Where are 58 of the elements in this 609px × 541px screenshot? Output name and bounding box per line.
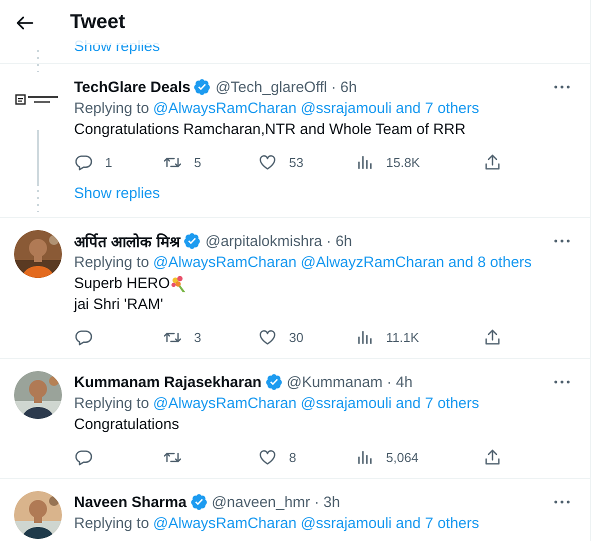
user-handle[interactable]: @naveen_hmr	[212, 494, 310, 510]
like-count: 8	[289, 450, 296, 464]
page-title: Tweet	[70, 11, 126, 34]
tweet-text: Congratulations	[74, 415, 180, 435]
mention-link[interactable]: and 7 others	[396, 393, 480, 414]
share-icon[interactable]	[483, 152, 502, 172]
user-name[interactable]: अर्पित आलोक मिश्र	[74, 231, 180, 251]
heart-icon[interactable]	[258, 152, 277, 172]
tweet-text: jai Shri 'RAM'	[74, 295, 164, 315]
mention-link[interactable]: @AlwaysRamCharan	[153, 98, 297, 119]
reply-icon[interactable]	[74, 328, 93, 346]
timestamp[interactable]: · 6h	[331, 78, 357, 96]
tweet-text: Congratulations Ramcharan,NTR and Whole Team of RRR	[74, 120, 466, 140]
tweet-text: Superb HERO	[74, 274, 170, 294]
share-icon[interactable]	[483, 328, 502, 346]
mention-link[interactable]: @AlwayzRamCharan	[300, 252, 444, 273]
reply-icon[interactable]	[74, 152, 93, 172]
reply-count: 1	[105, 154, 112, 170]
timestamp[interactable]: · 3h	[314, 494, 340, 510]
mention-link[interactable]: and 8 others	[448, 252, 532, 273]
replying-to-label: Replying to	[74, 514, 150, 534]
more-icon[interactable]	[554, 85, 570, 89]
replying-to-label: Replying to	[74, 253, 150, 273]
more-icon[interactable]	[554, 380, 570, 384]
bouquet-icon	[170, 274, 188, 292]
retweet-count: 3	[194, 330, 202, 344]
mention-link[interactable]: and 7 others	[396, 513, 480, 534]
user-handle[interactable]: @Tech_glareOffl	[215, 78, 328, 96]
user-name[interactable]: Naveen Sharma	[74, 494, 187, 510]
show-replies-link[interactable]: Show replies	[74, 183, 576, 205]
mention-link[interactable]: @AlwaysRamCharan	[153, 393, 297, 414]
view-count: 5,064	[386, 450, 419, 464]
more-icon[interactable]	[554, 239, 570, 243]
like-count: 53	[289, 154, 304, 170]
view-count: 15.8K	[386, 154, 420, 170]
mention-link[interactable]: and 7 others	[396, 98, 480, 119]
share-icon[interactable]	[483, 448, 502, 466]
more-icon[interactable]	[554, 500, 570, 504]
user-handle[interactable]: @arpitalokmishra	[205, 232, 322, 250]
mention-link[interactable]: @ssrajamouli	[300, 393, 392, 414]
timestamp[interactable]: · 4h	[386, 374, 413, 390]
mention-link[interactable]: @AlwaysRamCharan	[153, 513, 297, 534]
show-replies-link[interactable]: Show replies	[74, 38, 160, 56]
user-name[interactable]: Kummanam Rajasekharan	[74, 374, 262, 390]
mention-link[interactable]: @ssrajamouli	[300, 98, 392, 119]
timestamp[interactable]: · 6h	[326, 232, 352, 250]
retweet-count: 5	[194, 154, 202, 170]
heart-icon[interactable]	[258, 328, 277, 346]
heart-icon[interactable]	[258, 448, 277, 466]
replying-to-label: Replying to	[74, 99, 150, 119]
mention-link[interactable]: @ssrajamouli	[300, 513, 392, 534]
user-handle[interactable]: @Kummanam	[286, 374, 383, 390]
reply-icon[interactable]	[74, 448, 93, 466]
user-name[interactable]: TechGlare Deals	[74, 78, 190, 96]
mention-link[interactable]: @AlwaysRamCharan	[153, 252, 297, 273]
like-count: 30	[289, 330, 304, 344]
replying-to-label: Replying to	[74, 394, 150, 414]
view-count: 11.1K	[386, 330, 420, 344]
